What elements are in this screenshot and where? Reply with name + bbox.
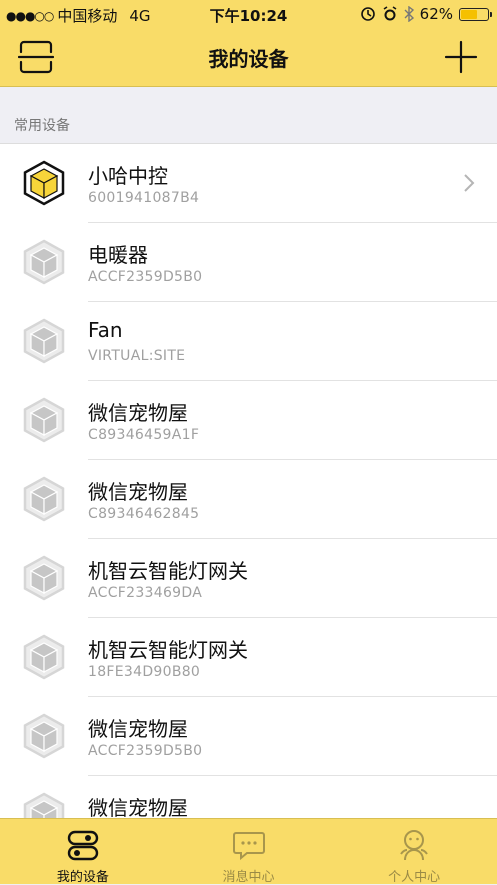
device-name: 电暖器	[88, 243, 148, 267]
device-tab-icon	[67, 830, 99, 861]
device-cube-icon	[23, 397, 65, 443]
device-id: VIRTUAL:SITE	[88, 348, 186, 364]
plus-icon	[444, 40, 478, 74]
nav-bar: 我的设备	[0, 28, 497, 87]
device-cube-icon	[23, 476, 65, 522]
profile-tab-icon	[400, 830, 429, 861]
device-id: ACCF2359D5B0	[88, 269, 203, 285]
device-name: 微信宠物屋	[88, 401, 188, 425]
device-cube-icon	[23, 792, 65, 819]
device-cube-icon	[23, 634, 65, 680]
section-title: 常用设备	[14, 118, 70, 134]
page-title: 我的设备	[208, 47, 289, 71]
device-id: 18FE34D90B80	[88, 664, 201, 680]
device-id: ACCF2359D5B0	[88, 743, 203, 759]
clock-icon	[383, 6, 397, 21]
device-name: 小哈中控	[88, 164, 168, 188]
bluetooth-icon	[404, 6, 414, 22]
alarm-icon	[360, 7, 375, 21]
battery-percent: 62%	[419, 5, 453, 23]
device-cube-icon	[23, 555, 65, 601]
device-id: 6001941087B4	[88, 190, 200, 206]
device-name: 机智云智能灯网关	[88, 559, 248, 583]
device-row[interactable]: 微信宠物屋 C89346459A1F	[0, 381, 497, 460]
chevron-right-icon	[464, 174, 475, 192]
battery-fill	[461, 9, 477, 19]
device-cube-icon	[23, 160, 65, 206]
tab-my-devices[interactable]: 我的设备	[0, 819, 166, 885]
device-name: 机智云智能灯网关	[88, 638, 248, 662]
device-cube-icon	[23, 713, 65, 759]
device-id: ACCF233469DA	[88, 585, 203, 601]
device-id: C89346462845	[88, 506, 200, 522]
device-row[interactable]: 小哈中控 6001941087B4	[0, 144, 497, 223]
tab-label: 我的设备	[56, 870, 109, 885]
tab-messages[interactable]: 消息中心	[166, 819, 332, 885]
device-name: 微信宠物屋	[88, 480, 188, 504]
device-row[interactable]: Fan VIRTUAL:SITE	[0, 302, 497, 381]
device-list[interactable]: 小哈中控 6001941087B4 电暖器 ACCF2359D5B0 Fan VIRTUA…	[0, 143, 497, 819]
battery-icon	[459, 7, 492, 21]
device-row[interactable]: 电暖器 ACCF2359D5B0	[0, 223, 497, 302]
device-row[interactable]: 微信宠物屋 C89346462845	[0, 460, 497, 539]
device-cube-icon	[23, 318, 65, 364]
device-id: C89346459A1F	[88, 427, 200, 443]
device-row[interactable]: 微信宠物屋	[0, 776, 497, 819]
device-name: Fan	[88, 318, 123, 342]
device-name: 微信宠物屋	[88, 796, 188, 819]
device-cube-icon	[23, 239, 65, 285]
tab-label: 个人中心	[388, 870, 441, 885]
device-row[interactable]: 微信宠物屋 ACCF2359D5B0	[0, 697, 497, 776]
message-tab-icon	[232, 832, 265, 861]
section-header: 常用设备	[0, 87, 497, 143]
device-row[interactable]: 机智云智能灯网关 18FE34D90B80	[0, 618, 497, 697]
tab-bar: 我的设备 消息中心 个人中心	[0, 818, 497, 885]
device-name: 微信宠物屋	[88, 717, 188, 741]
device-row[interactable]: 机智云智能灯网关 ACCF233469DA	[0, 539, 497, 618]
add-device-button[interactable]	[439, 36, 483, 78]
tab-label: 消息中心	[222, 870, 275, 885]
status-bar: ●●●○○ 中国移动 4G 下午10:24 62%	[0, 0, 497, 28]
tab-profile[interactable]: 个人中心	[331, 819, 497, 885]
